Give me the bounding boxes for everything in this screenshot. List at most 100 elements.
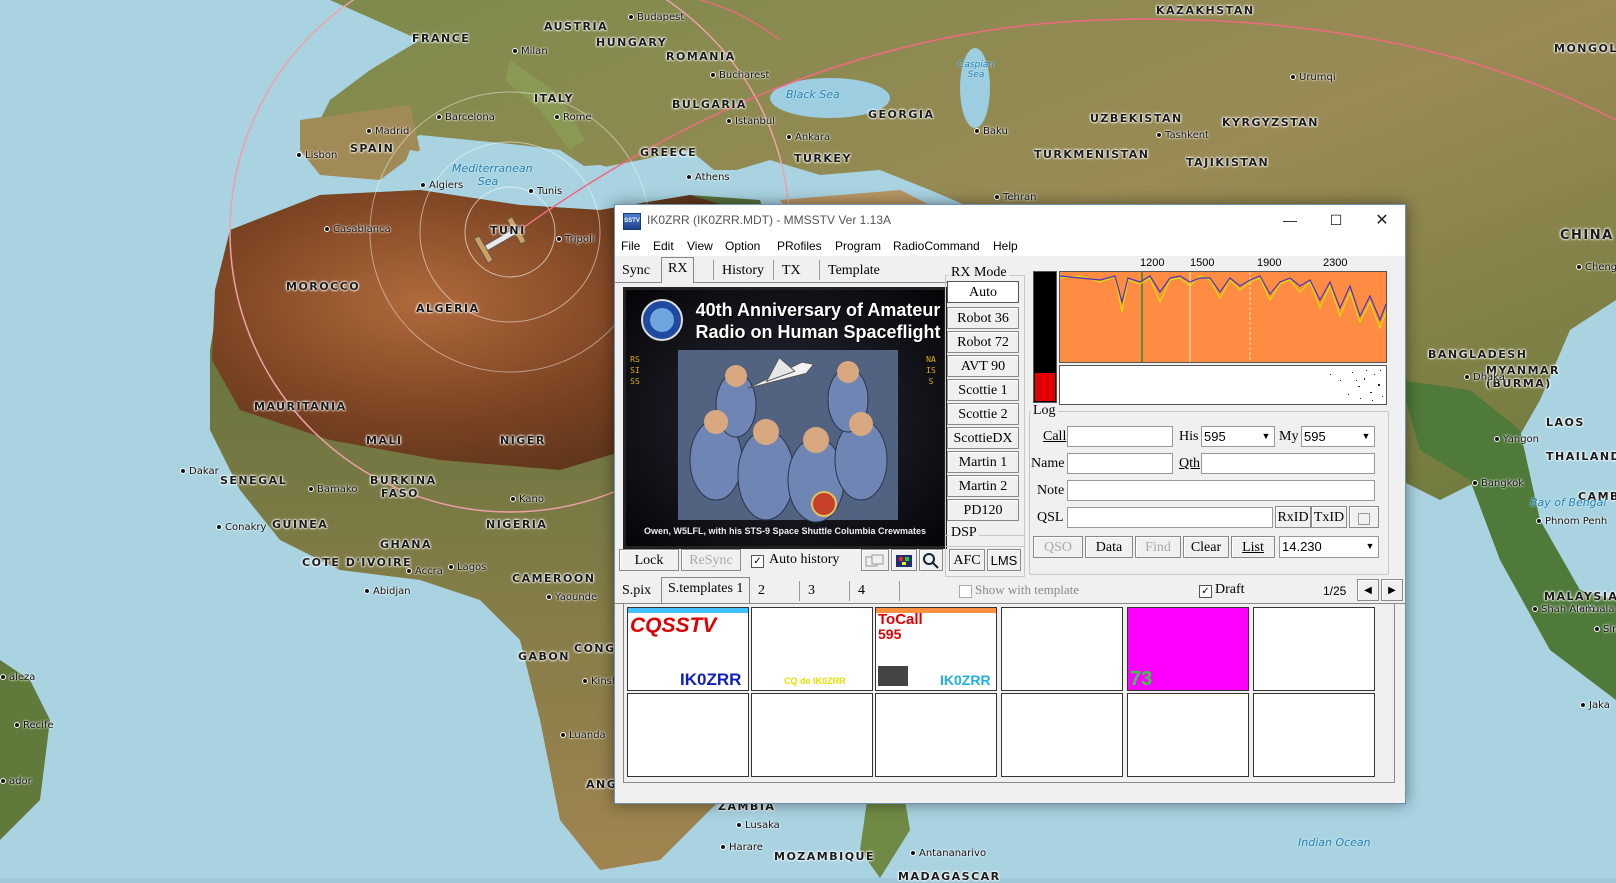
draft-checkbox[interactable]: ✓	[1199, 585, 1212, 598]
data-button[interactable]: Data	[1085, 536, 1133, 558]
txid-button[interactable]: TxID	[1311, 506, 1347, 528]
mode-martin2-button[interactable]: Martin 2	[947, 475, 1019, 497]
list-button[interactable]: List	[1231, 536, 1275, 558]
rx-mode-title: RX Mode	[949, 265, 1009, 281]
maximize-button[interactable]: ☐	[1313, 205, 1359, 236]
frequency-select[interactable]: 14.230 ▼	[1279, 536, 1379, 558]
tab-stemplates-3[interactable]: 3	[801, 579, 822, 603]
template-thumbnail[interactable]	[751, 693, 873, 777]
name-input[interactable]	[1067, 453, 1173, 474]
menu-help[interactable]: Help	[993, 239, 1018, 253]
call-input[interactable]	[1067, 426, 1173, 447]
tab-separator	[899, 581, 900, 601]
tab-history[interactable]: History	[715, 259, 771, 283]
template-thumbnail[interactable]	[627, 693, 749, 777]
abc-button[interactable]	[1349, 506, 1379, 528]
tab-stemplates-1[interactable]: S.templates 1	[661, 577, 751, 603]
map-city-label: Kano	[510, 494, 544, 505]
copy-image-button[interactable]	[861, 549, 889, 571]
tab-stemplates-4[interactable]: 4	[851, 579, 872, 603]
prev-page-button[interactable]: ◀	[1357, 579, 1379, 601]
template-thumbnail[interactable]	[875, 693, 997, 777]
template-thumbnail[interactable]	[1253, 693, 1375, 777]
note-input[interactable]	[1067, 480, 1375, 501]
tab-stemplates-2[interactable]: 2	[751, 579, 772, 603]
menu-profiles[interactable]: PRofiles	[777, 239, 822, 253]
menu-file[interactable]: File	[621, 239, 640, 253]
map-city-label: Urumqi	[1290, 72, 1336, 83]
tab-separator	[849, 581, 850, 601]
menu-edit[interactable]: Edit	[653, 239, 674, 253]
rxid-button[interactable]: RxID	[1275, 506, 1311, 528]
map-city-label: Conakry	[216, 522, 266, 533]
find-button[interactable]: Find	[1135, 536, 1181, 558]
show-with-template-checkbox[interactable]	[959, 585, 972, 598]
mode-scottie1-button[interactable]: Scottie 1	[947, 379, 1019, 401]
clear-button[interactable]: Clear	[1183, 536, 1229, 558]
template-thumbnail[interactable]	[1253, 607, 1375, 691]
mode-auto-button[interactable]: Auto	[947, 281, 1019, 303]
auto-history-label: Auto history	[769, 552, 840, 567]
mode-martin1-button[interactable]: Martin 1	[947, 451, 1019, 473]
tab-separator	[773, 260, 774, 280]
menu-program[interactable]: Program	[835, 239, 881, 253]
lms-button[interactable]: LMS	[987, 549, 1021, 571]
window-title: IK0ZRR (IK0ZRR.MDT) - MMSSTV Ver 1.13A	[647, 213, 892, 227]
received-sstv-image[interactable]: 40th Anniversary of Amateur Radio on Hum…	[623, 287, 947, 549]
auto-history-checkbox[interactable]: ✓	[751, 555, 764, 568]
menu-radiocommand[interactable]: RadioCommand	[893, 239, 980, 253]
template-thumbnail[interactable]: ToCall 595 IK0ZRR	[875, 607, 997, 691]
map-country-label: GUINEA	[272, 518, 329, 531]
mode-avt90-button[interactable]: AVT 90	[947, 355, 1019, 377]
map-country-label: BURKINA FASO	[370, 474, 437, 500]
close-button[interactable]: ✕	[1359, 205, 1405, 236]
minimize-button[interactable]: —	[1267, 205, 1313, 236]
menu-option[interactable]: Option	[725, 239, 760, 253]
map-city-label: Milan	[512, 46, 548, 57]
qsl-input[interactable]	[1067, 507, 1273, 528]
mode-pd120-button[interactable]: PD120	[947, 499, 1019, 521]
next-page-button[interactable]: ▶	[1381, 579, 1403, 601]
my-rst-select[interactable]: 595 ▼	[1301, 426, 1375, 447]
menu-view[interactable]: View	[687, 239, 713, 253]
mode-robot36-button[interactable]: Robot 36	[947, 307, 1019, 329]
template-thumbnail[interactable]	[1127, 693, 1249, 777]
map-city-label: Rome	[554, 112, 592, 123]
template-thumbnail[interactable]: CQSSTV IK0ZRR	[627, 607, 749, 691]
color-palette-icon	[896, 555, 912, 567]
map-country-label: ITALY	[534, 92, 575, 105]
template-thumbnail[interactable]: 73	[1127, 607, 1249, 691]
qso-button[interactable]: QSO	[1033, 536, 1083, 558]
tab-spix[interactable]: S.pix	[615, 579, 658, 603]
note-label: Note	[1037, 483, 1065, 498]
mode-scottiedx-button[interactable]: ScottieDX	[947, 427, 1019, 449]
resync-button[interactable]: ReSync	[681, 549, 741, 571]
title-bar[interactable]: SSTV IK0ZRR (IK0ZRR.MDT) - MMSSTV Ver 1.…	[615, 205, 1405, 236]
qth-input[interactable]	[1201, 453, 1375, 474]
map-city-label: Yaounde	[546, 592, 597, 603]
waterfall-display[interactable]	[1059, 365, 1387, 405]
template-thumbnail[interactable]	[1001, 607, 1123, 691]
map-sea-label: Black Sea	[786, 88, 840, 101]
map-country-label: CAMEROON	[512, 572, 596, 585]
template-thumbnail[interactable]: CQ de IK0ZRR	[751, 607, 873, 691]
chevron-down-icon[interactable]: ▼	[1358, 427, 1374, 446]
chevron-down-icon[interactable]: ▼	[1362, 537, 1378, 556]
palette-button[interactable]	[891, 549, 917, 571]
tab-sync[interactable]: Sync	[615, 259, 657, 283]
map-country-label: CONG	[574, 642, 616, 655]
map-country-label: HUNGARY	[596, 36, 668, 49]
tab-template[interactable]: Template	[821, 259, 887, 283]
zoom-button[interactable]	[919, 549, 943, 571]
chevron-down-icon[interactable]: ▼	[1258, 427, 1274, 446]
afc-button[interactable]: AFC	[949, 549, 985, 571]
lock-button[interactable]: Lock	[619, 549, 679, 571]
his-rst-select[interactable]: 595 ▼	[1201, 426, 1275, 447]
tab-rx[interactable]: RX	[661, 257, 695, 283]
spectrum-display[interactable]	[1059, 271, 1387, 363]
mode-scottie2-button[interactable]: Scottie 2	[947, 403, 1019, 425]
map-city-label: Tripoli	[556, 234, 595, 245]
template-thumbnail[interactable]	[1001, 693, 1123, 777]
tab-tx[interactable]: TX	[775, 259, 808, 283]
mode-robot72-button[interactable]: Robot 72	[947, 331, 1019, 353]
